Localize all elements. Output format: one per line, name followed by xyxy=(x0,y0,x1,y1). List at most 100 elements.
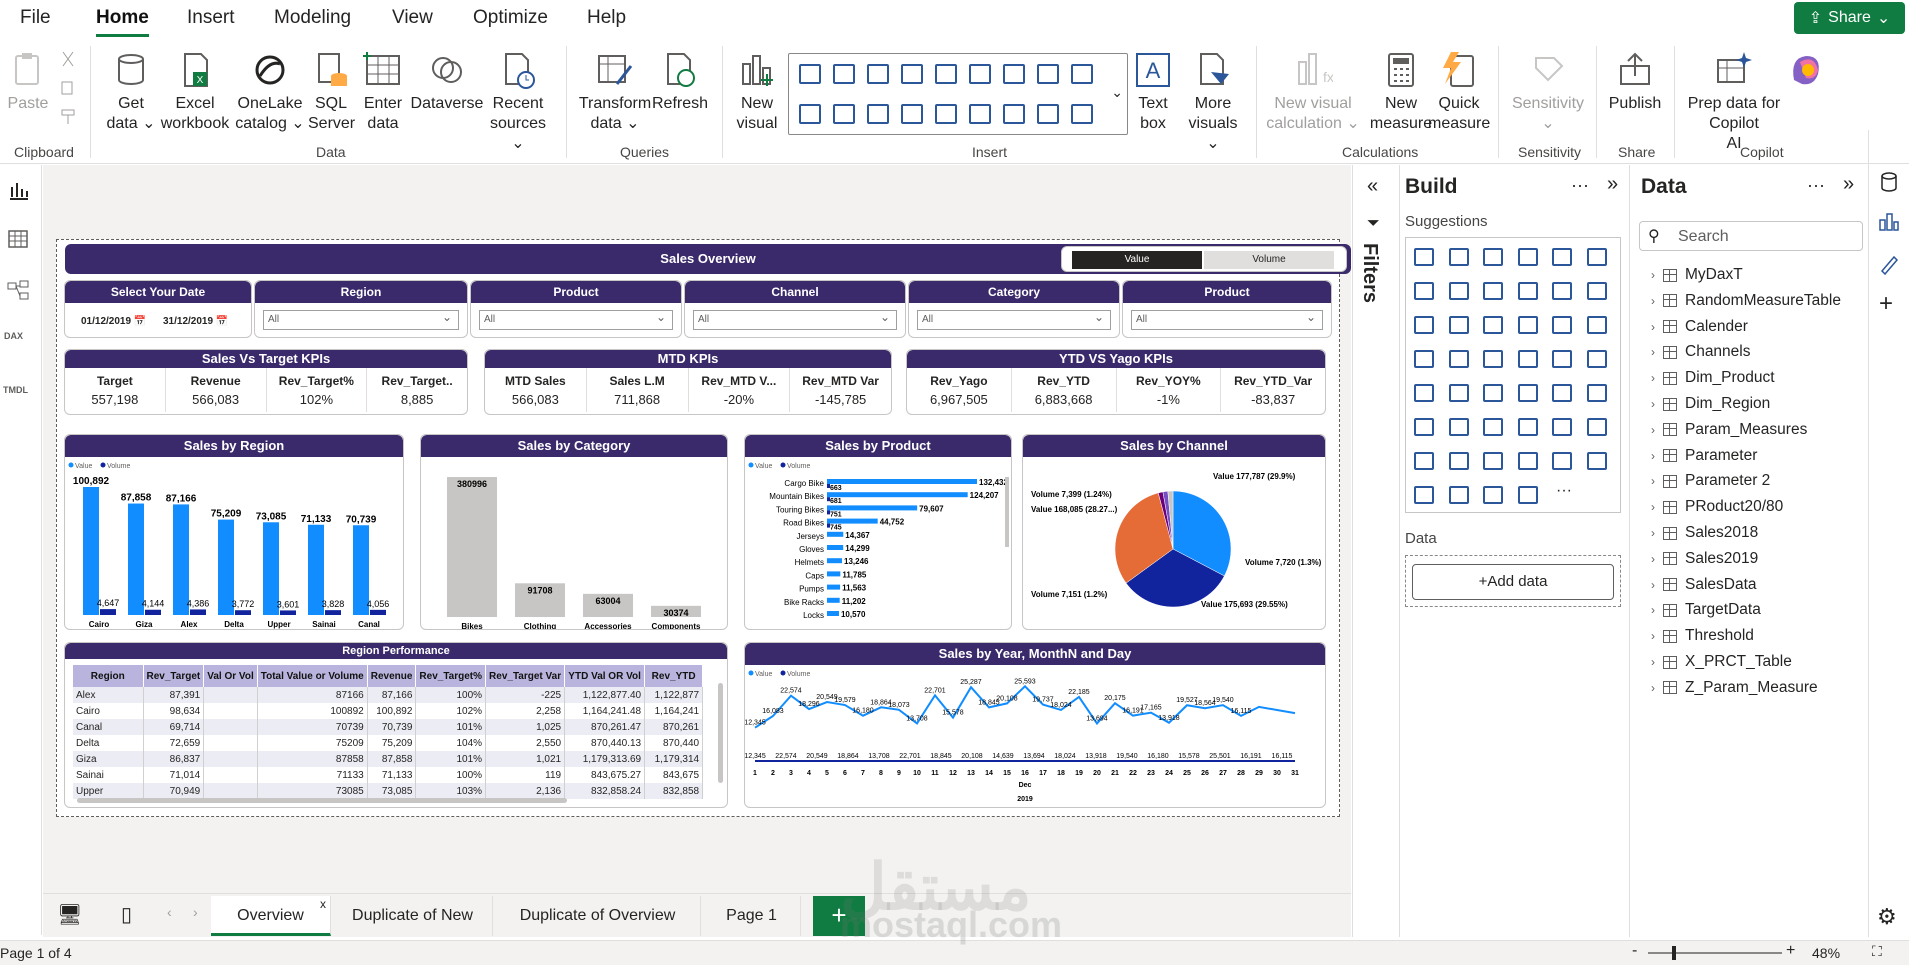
dataverse-button[interactable]: Dataverse xyxy=(410,50,484,114)
visual-type-icon[interactable] xyxy=(1003,64,1025,84)
visual-type-icon[interactable] xyxy=(1483,486,1503,504)
add-pane-icon[interactable]: + xyxy=(1879,290,1893,318)
format-pane-icon[interactable] xyxy=(1877,252,1901,281)
visual-type-icon[interactable] xyxy=(1517,350,1538,368)
data-table-item[interactable]: › SalesData xyxy=(1651,575,1757,595)
chevron-right-icon[interactable]: › xyxy=(1651,320,1655,334)
visual-type-icon[interactable] xyxy=(799,64,821,84)
visual-type-icon[interactable] xyxy=(1071,64,1093,84)
more-visuals-button[interactable]: More visuals ⌄ xyxy=(1180,50,1246,154)
visual-type-icon[interactable] xyxy=(1414,486,1434,504)
visual-type-icon[interactable] xyxy=(1483,248,1503,266)
visual-type-icon[interactable] xyxy=(1414,282,1434,300)
filters-label[interactable]: Filters xyxy=(1358,243,1381,303)
zoom-out-icon[interactable]: - xyxy=(1632,942,1637,960)
chevron-right-icon[interactable]: › xyxy=(1651,268,1655,282)
data-table-item[interactable]: › Threshold xyxy=(1651,626,1754,646)
share-button[interactable]: ⇪ Share ⌄ xyxy=(1794,2,1905,34)
data-table-item[interactable]: › Channels xyxy=(1651,342,1751,362)
table-header-cell[interactable]: Region xyxy=(73,665,144,687)
copy-icon[interactable] xyxy=(58,78,78,103)
table-header-cell[interactable]: Rev_Target% xyxy=(415,665,487,687)
prep-data-copilot-button[interactable]: Prep data for Copilot AI xyxy=(1684,50,1784,154)
visual-type-icon[interactable] xyxy=(1483,418,1503,436)
fit-to-page-icon[interactable]: ⛶ xyxy=(1872,943,1882,960)
settings-gear-icon[interactable]: ⚙ xyxy=(1877,904,1897,930)
visual-type-icon[interactable] xyxy=(1517,384,1538,402)
chevron-right-icon[interactable]: › xyxy=(1651,603,1655,617)
visual-type-icon[interactable] xyxy=(799,104,821,124)
visual-type-icon[interactable] xyxy=(1483,350,1503,368)
table-header-cell[interactable]: Rev_Target Var xyxy=(485,665,566,687)
transform-data-button[interactable]: Transform data ⌄ xyxy=(578,50,652,134)
get-data-button[interactable]: Get data ⌄ xyxy=(104,50,158,134)
visual-type-icon[interactable] xyxy=(1414,384,1434,402)
visual-gallery[interactable]: ⌄ xyxy=(788,53,1128,135)
cut-icon[interactable] xyxy=(58,50,78,75)
product-dropdown-2[interactable]: All xyxy=(1131,308,1323,330)
collapse-data-icon[interactable]: » xyxy=(1843,173,1854,196)
visual-type-icon[interactable] xyxy=(1414,248,1434,266)
visual-type-icon[interactable] xyxy=(1517,282,1538,300)
table-header-cell[interactable]: Revenue xyxy=(367,665,417,687)
visual-type-icon[interactable] xyxy=(1586,452,1607,470)
table-header-cell[interactable]: Rev_Target xyxy=(143,665,205,687)
copilot-icon[interactable] xyxy=(1786,50,1826,90)
table-header-cell[interactable]: Total Value or Volume xyxy=(257,665,368,687)
visual-type-icon[interactable] xyxy=(833,64,855,84)
chevron-right-icon[interactable]: › xyxy=(1651,552,1655,566)
visual-type-icon[interactable] xyxy=(1586,282,1607,300)
publish-button[interactable]: Publish xyxy=(1606,50,1664,114)
model-view-icon[interactable] xyxy=(6,279,30,308)
visual-type-icon[interactable] xyxy=(867,64,889,84)
visual-type-icon[interactable] xyxy=(1483,384,1503,402)
menu-file[interactable]: File xyxy=(20,7,51,29)
text-box-button[interactable]: A Text box xyxy=(1130,50,1176,134)
excel-workbook-button[interactable]: X Excel workbook xyxy=(160,50,230,134)
visual-type-icon[interactable] xyxy=(1414,418,1434,436)
visual-type-icon[interactable] xyxy=(1586,248,1607,266)
gallery-expand-icon[interactable]: ⌄ xyxy=(1111,84,1123,101)
date-to[interactable]: 31/12/2019 📅 xyxy=(163,316,228,327)
visual-type-icon[interactable] xyxy=(1448,384,1469,402)
desktop-layout-icon[interactable]: 🖥 xyxy=(57,902,82,927)
recent-sources-button[interactable]: Recent sources ⌄ xyxy=(484,50,552,154)
dax-query-view-icon[interactable]: DAX xyxy=(4,331,23,341)
visual-type-icon[interactable] xyxy=(1071,104,1093,124)
product-dropdown[interactable]: All xyxy=(479,308,673,330)
sensitivity-button[interactable]: Sensitivity ⌄ xyxy=(1508,50,1588,134)
prev-page-icon[interactable]: ‹ xyxy=(167,904,172,920)
zoom-slider[interactable] xyxy=(1648,952,1782,954)
table-header-cell[interactable]: Rev_YTD xyxy=(644,665,704,687)
more-options-icon[interactable]: ··· xyxy=(1571,175,1589,196)
data-table-item[interactable]: › Parameter xyxy=(1651,446,1757,466)
visual-type-icon[interactable] xyxy=(1552,248,1572,266)
close-tab-icon[interactable]: x xyxy=(320,884,326,924)
visual-type-icon[interactable] xyxy=(833,104,855,124)
visual-type-icon[interactable] xyxy=(1517,486,1538,504)
tab-duplicate-of-overview[interactable]: Duplicate of Overview xyxy=(495,896,701,936)
visual-type-icon[interactable] xyxy=(1448,350,1469,368)
visual-type-icon[interactable] xyxy=(1414,350,1434,368)
visual-type-icon[interactable] xyxy=(1483,316,1503,334)
data-table-item[interactable]: › Sales2019 xyxy=(1651,549,1758,569)
table-header-cell[interactable]: Val Or Vol xyxy=(203,665,258,687)
new-visual-calculation-button[interactable]: fx New visual calculation ⌄ xyxy=(1266,50,1360,134)
onelake-catalog-button[interactable]: OneLake catalog ⌄ xyxy=(234,50,306,134)
visual-type-icon[interactable] xyxy=(1586,384,1607,402)
mobile-layout-icon[interactable]: ▯ xyxy=(121,902,132,927)
data-table-item[interactable]: › Z_Param_Measure xyxy=(1651,678,1818,698)
data-table-item[interactable]: › Sales2018 xyxy=(1651,523,1758,543)
visual-type-icon[interactable] xyxy=(1586,418,1607,436)
chevron-right-icon[interactable]: › xyxy=(1651,655,1655,669)
visual-type-icon[interactable] xyxy=(1517,452,1538,470)
visual-type-icon[interactable] xyxy=(1414,452,1434,470)
visual-type-icon[interactable] xyxy=(1448,316,1469,334)
add-data-button[interactable]: +Add data xyxy=(1412,564,1614,600)
visual-type-icon[interactable] xyxy=(1448,452,1469,470)
table-view-icon[interactable] xyxy=(6,227,30,256)
visual-type-icon[interactable] xyxy=(1037,104,1059,124)
visual-type-icon[interactable] xyxy=(1448,418,1469,436)
visual-type-icon[interactable] xyxy=(1552,452,1572,470)
menu-modeling[interactable]: Modeling xyxy=(274,7,351,29)
